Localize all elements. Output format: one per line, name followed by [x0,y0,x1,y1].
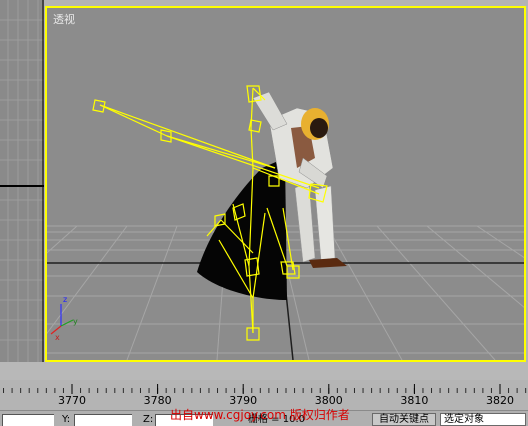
axis-z-label: z [63,295,67,304]
viewport-gutter [0,362,528,380]
coord-y-field[interactable] [74,414,132,426]
axis-x-label: x [55,333,60,342]
timeline-tick-label: 3810 [400,394,429,407]
axis-tripod: z y x [50,295,78,342]
timeline-tick-label: 3770 [58,394,86,407]
viewport-scene[interactable]: z y x [47,8,524,360]
z-label: Z: [143,414,154,425]
timeline-tick-label: 3780 [143,394,172,407]
perspective-viewport[interactable]: z y x 透视 [45,6,526,362]
watermark-text: 出自www.cgjoy.com 版权归作者 [170,408,350,422]
selection-filter-dropdown[interactable]: 选定对象 [440,413,526,426]
timeline-tick-label: 3820 [486,394,514,407]
y-label: Y: [62,414,71,425]
axis-y-label: y [73,317,78,326]
side-viewports-panel[interactable] [0,0,44,366]
auto-key-button[interactable]: 自动关键点 [372,413,436,426]
max-window: z y x 透视 3770 3780 3790 3800 3810 3820 Y: Z: … [0,0,528,426]
side-viewport-grid [0,0,44,366]
viewport-label[interactable]: 透视 [53,11,75,27]
coord-x-field[interactable] [2,414,54,426]
